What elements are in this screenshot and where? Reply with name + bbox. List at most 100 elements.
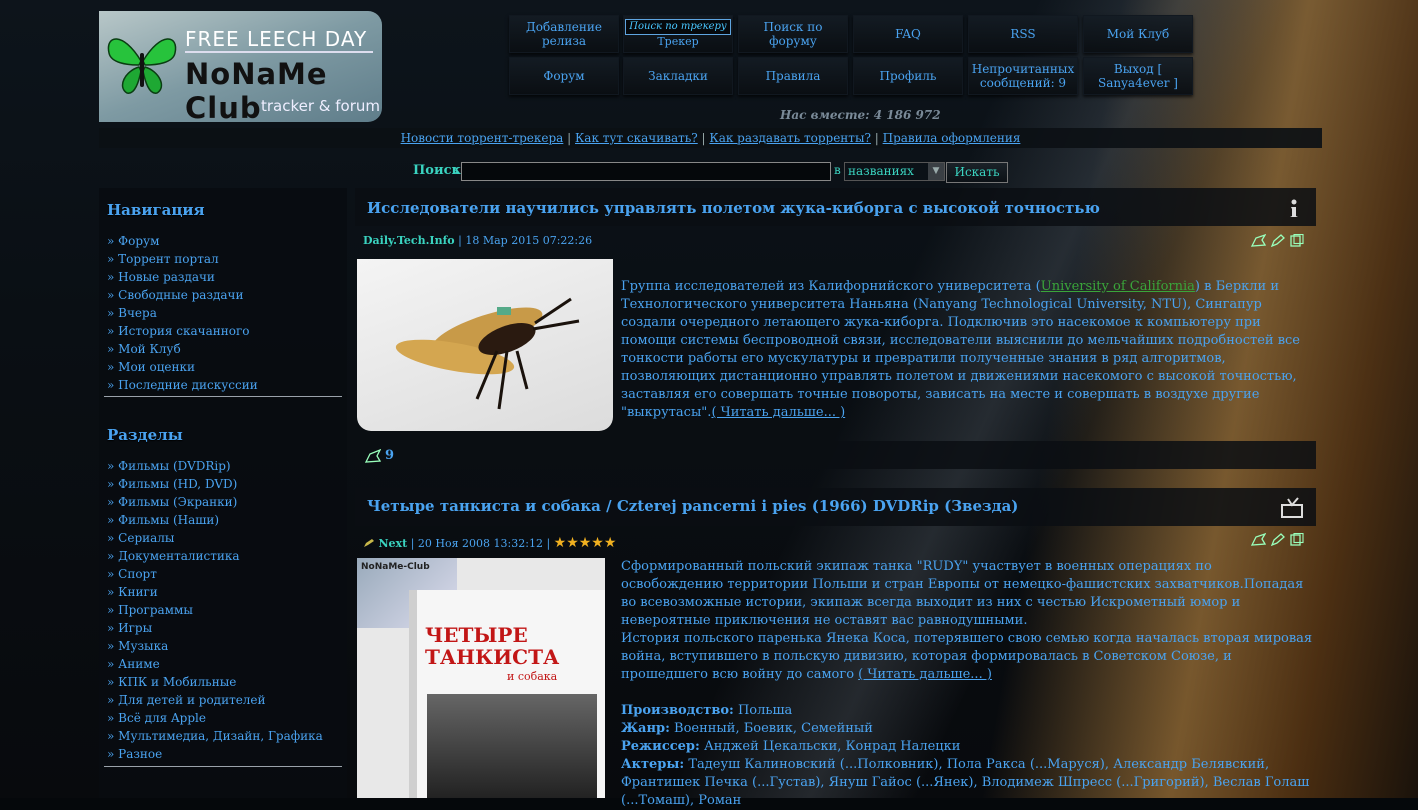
- menu-my-club[interactable]: Мой Клуб: [1083, 15, 1193, 53]
- menu-add-release[interactable]: Добавление релиза: [509, 15, 619, 53]
- section-item[interactable]: » Музыка: [107, 637, 323, 655]
- nav-item-yesterday[interactable]: » Вчера: [107, 304, 258, 322]
- article-1-source[interactable]: Daily.Tech.Info: [363, 234, 455, 247]
- article-1-actions: [1251, 234, 1304, 247]
- article-1-image[interactable]: [357, 259, 613, 431]
- edit-icon[interactable]: [1270, 234, 1285, 247]
- section-item[interactable]: » Фильмы (HD, DVD): [107, 475, 323, 493]
- menu-unread[interactable]: Непрочитанных сообщений: 9: [968, 57, 1078, 95]
- poster-logo: NoNaMe-Club: [361, 562, 430, 572]
- article-2-poster[interactable]: NoNaMe-Club ЧЕТЫРЕ ТАНКИСТА и собака: [357, 558, 605, 798]
- search-field-value: названиях: [848, 164, 914, 178]
- article-1-footer: 9: [355, 441, 1316, 469]
- section-item[interactable]: » Спорт: [107, 565, 323, 583]
- link-how-download[interactable]: Как тут скачивать?: [575, 131, 698, 145]
- info-actors: Актеры: Тадеуш Калиновский (...Полковник…: [621, 756, 1313, 810]
- nav-item-my-club[interactable]: » Мой Клуб: [107, 340, 258, 358]
- site-logo[interactable]: FREE LEECH DAY NoNaMe Club tracker & for…: [99, 11, 382, 125]
- logo-divider: [185, 51, 373, 53]
- sidebar-divider: [104, 396, 342, 397]
- search-field-select[interactable]: названиях ▼: [844, 162, 945, 181]
- logo-banner: FREE LEECH DAY: [185, 27, 368, 51]
- menu-tracker-cell: Поиск по трекеру Трекер: [623, 15, 733, 53]
- comments-icon[interactable]: [365, 449, 381, 463]
- section-item[interactable]: » Игры: [107, 619, 323, 637]
- nav-item-ratings[interactable]: » Мои оценки: [107, 358, 258, 376]
- menu-forum[interactable]: Форум: [509, 57, 619, 95]
- nav-list: » Форум » Торрент портал » Новые раздачи…: [107, 232, 258, 394]
- link-news[interactable]: Новости торрент-трекера: [401, 131, 564, 145]
- rating-stars: ★★★★★: [553, 535, 617, 551]
- menu-logout[interactable]: Выход [ Sanya4ever ]: [1083, 57, 1193, 95]
- article-2-author[interactable]: Next: [379, 537, 408, 550]
- poster-dvd-box: ЧЕТЫРЕ ТАНКИСТА и собака: [409, 590, 605, 798]
- section-item[interactable]: » Аниме: [107, 655, 323, 673]
- search-colon: :: [454, 163, 459, 178]
- menu-faq[interactable]: FAQ: [853, 15, 963, 53]
- comments-count[interactable]: 9: [385, 448, 394, 463]
- menu-profile[interactable]: Профиль: [853, 57, 963, 95]
- section-item[interactable]: » Документалистика: [107, 547, 323, 565]
- search-button[interactable]: Искать: [946, 162, 1008, 183]
- actors-value: Тадеуш Калиновский (...Полковник), Пола …: [621, 757, 1310, 808]
- search-input[interactable]: [461, 162, 831, 181]
- nav-item-torrent-portal[interactable]: » Торрент портал: [107, 250, 258, 268]
- link-university-of-california[interactable]: University of California: [1041, 279, 1195, 294]
- article-2-read-more[interactable]: ( Читать дальше... ): [858, 667, 992, 682]
- nav-item-forum[interactable]: » Форум: [107, 232, 258, 250]
- info-genre: Жанр: Военный, Боевик, Семейный: [621, 720, 1313, 738]
- article-2-date: 20 Ноя 2008 13:32:12: [417, 537, 543, 550]
- tv-icon: [1281, 497, 1303, 518]
- beetle-image: [395, 297, 580, 410]
- poster-subtitle: и собака: [507, 670, 558, 683]
- section-item[interactable]: » Для детей и родителей: [107, 691, 323, 709]
- link-design-rules[interactable]: Правила оформления: [883, 131, 1021, 145]
- section-item[interactable]: » Мультимедиа, Дизайн, Графика: [107, 727, 323, 745]
- article-1-header: Исследователи научились управлять полето…: [355, 188, 1316, 226]
- section-item[interactable]: » Фильмы (Экранки): [107, 493, 323, 511]
- meta-separator: |: [546, 537, 554, 550]
- section-item[interactable]: » Программы: [107, 601, 323, 619]
- tracker-search-input[interactable]: Поиск по трекеру: [625, 19, 731, 35]
- country-value: Польша: [737, 703, 793, 718]
- reply-icon[interactable]: [1251, 533, 1266, 546]
- menu-forum-search[interactable]: Поиск по форуму: [738, 15, 848, 53]
- main-content: Исследователи научились управлять полето…: [353, 188, 1318, 808]
- nav-item-free[interactable]: » Свободные раздачи: [107, 286, 258, 304]
- print-icon[interactable]: [1289, 533, 1304, 546]
- edit-icon[interactable]: [1270, 533, 1285, 546]
- director-value: Анджей Цекальски, Конрад Налецки: [703, 739, 961, 754]
- menu-rules[interactable]: Правила: [738, 57, 848, 95]
- menu-bookmarks[interactable]: Закладки: [623, 57, 733, 95]
- actors-label: Актеры:: [621, 757, 685, 772]
- pencil-icon: [364, 539, 374, 547]
- nav-item-history[interactable]: » История скачанного: [107, 322, 258, 340]
- section-item[interactable]: » Книги: [107, 583, 323, 601]
- poster-photo: [427, 694, 597, 798]
- link-how-seed[interactable]: Как раздавать торренты?: [709, 131, 871, 145]
- section-item[interactable]: » Фильмы (DVDRip): [107, 457, 323, 475]
- section-item[interactable]: » Разное: [107, 745, 323, 763]
- article-1-title[interactable]: Исследователи научились управлять полето…: [367, 199, 1100, 217]
- menu-rss[interactable]: RSS: [968, 15, 1078, 53]
- section-item[interactable]: » Фильмы (Наши): [107, 511, 323, 529]
- nav-item-discussions[interactable]: » Последние дискуссии: [107, 376, 258, 394]
- section-item[interactable]: » Всё для Apple: [107, 709, 323, 727]
- butterfly-icon: [107, 38, 177, 94]
- sidebar-divider: [104, 766, 342, 767]
- search-bar: Поиск : в названиях ▼ Искать: [99, 160, 1322, 184]
- genre-label: Жанр:: [621, 721, 670, 736]
- nav-item-new[interactable]: » Новые раздачи: [107, 268, 258, 286]
- article-2-text: Сформированный польский экипаж танка "RU…: [621, 558, 1313, 810]
- article-2-title[interactable]: Четыре танкиста и собака / Czterej pance…: [367, 497, 1018, 515]
- director-label: Режиссер:: [621, 739, 700, 754]
- menu-tracker[interactable]: Трекер: [657, 35, 698, 49]
- section-item[interactable]: » КПК и Мобильные: [107, 673, 323, 691]
- users-together-count: Нас вместе: 4 186 972: [780, 108, 941, 122]
- info-links-bar: Новости торрент-трекера | Как тут скачив…: [99, 128, 1322, 148]
- print-icon[interactable]: [1289, 234, 1304, 247]
- chevron-down-icon[interactable]: ▼: [928, 163, 944, 180]
- section-item[interactable]: » Сериалы: [107, 529, 323, 547]
- article-1-read-more[interactable]: ( Читать дальше... ): [711, 405, 845, 420]
- reply-icon[interactable]: [1251, 234, 1266, 247]
